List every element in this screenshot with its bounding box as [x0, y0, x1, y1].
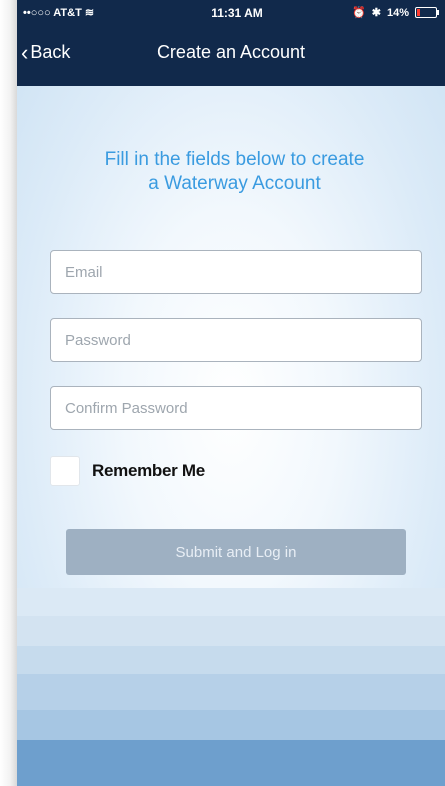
remember-me-label: Remember Me — [92, 461, 205, 480]
alarm-icon: ⏰ — [352, 7, 366, 19]
back-label: Back — [30, 42, 71, 62]
form-headline: Fill in the fields below to create a Wat… — [57, 148, 412, 196]
submit-button[interactable]: Submit and Log in — [66, 529, 406, 575]
status-right: ⏰ ✱ 14% — [352, 6, 439, 19]
wave-band-3 — [17, 646, 445, 674]
bluetooth-icon: ✱ — [371, 7, 381, 19]
battery-icon — [415, 7, 439, 18]
remember-me-checkbox[interactable] — [50, 456, 80, 486]
page-title: Create an Account — [156, 42, 306, 62]
wave-band-5 — [17, 710, 445, 740]
confirm-password-field[interactable] — [50, 386, 422, 430]
form-area: Fill in the fields below to create a Wat… — [17, 86, 445, 786]
wave-band-2 — [17, 616, 445, 646]
phone-screen: ••○○○ AT&T ≋ 11:31 AM ⏰ ✱ 14% ‹ Back Cre… — [17, 0, 445, 786]
headline-line-1: Fill in the fields below to create — [104, 149, 365, 170]
navigation-bar: ‹ Back Create an Account — [17, 28, 445, 86]
headline-line-2: a Waterway Account — [148, 173, 321, 194]
wave-band-4 — [17, 674, 445, 710]
remember-me-row: Remember Me — [50, 453, 205, 489]
status-time: 11:31 AM — [211, 6, 263, 20]
carrier-signal: ••○○○ AT&T ≋ — [23, 7, 95, 19]
email-field[interactable] — [50, 250, 422, 294]
wave-band-1 — [17, 588, 445, 616]
battery-percent: 14% — [386, 6, 409, 19]
back-button[interactable]: ‹ Back — [21, 39, 71, 65]
device-shadow — [0, 0, 17, 786]
wave-band-6 — [17, 740, 445, 786]
chevron-left-icon: ‹ — [21, 39, 29, 65]
status-bar: ••○○○ AT&T ≋ 11:31 AM ⏰ ✱ 14% — [17, 0, 445, 28]
password-field[interactable] — [50, 318, 422, 362]
